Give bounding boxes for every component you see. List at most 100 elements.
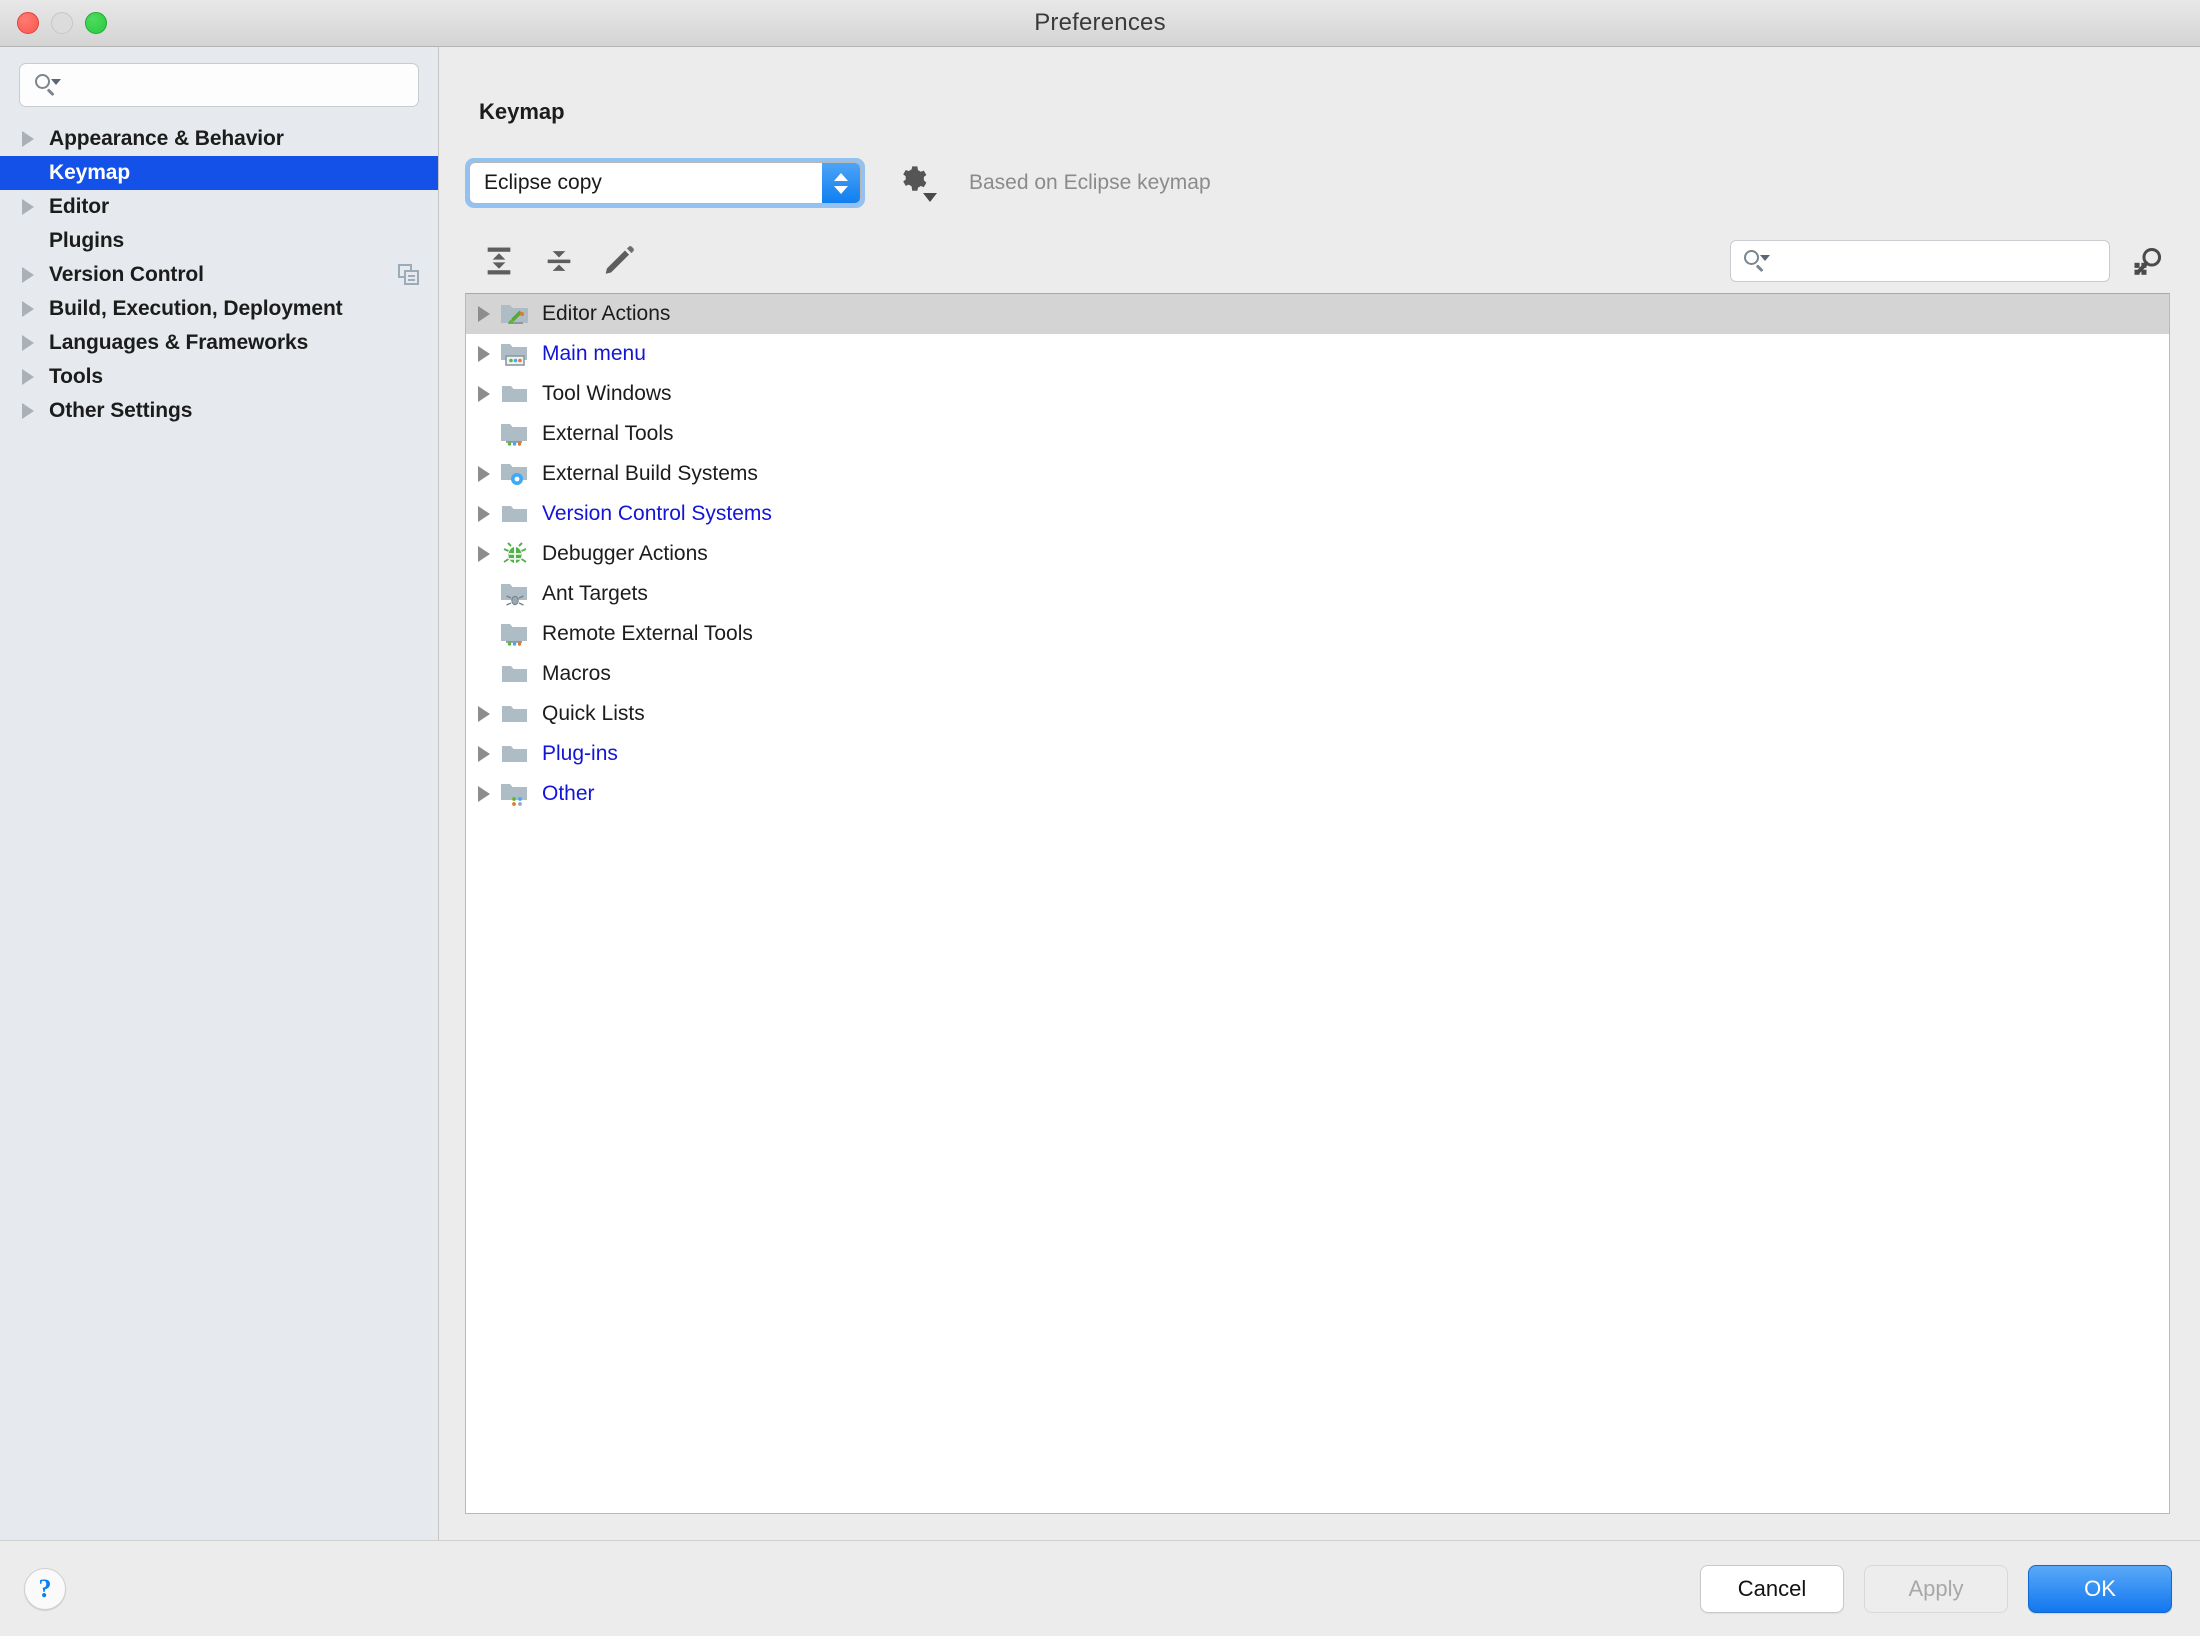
sidebar-item-label: Build, Execution, Deployment [49,297,343,320]
title-bar: Preferences [0,0,2200,47]
folder-plain-icon [500,381,530,407]
find-by-shortcut-icon[interactable] [2126,239,2170,283]
keymap-toolbar [465,229,2170,293]
sidebar-item-appearance-behavior[interactable]: Appearance & Behavior [0,122,438,156]
tree-row-label: Main menu [542,342,646,365]
gear-icon[interactable] [897,162,939,204]
dialog-footer: ? Cancel Apply OK [0,1540,2200,1636]
tree-row[interactable]: Other [466,774,2169,814]
sidebar-item-languages-frameworks[interactable]: Languages & Frameworks [0,326,438,360]
folder-plain-icon [500,501,530,527]
sidebar-list: Appearance & Behavior Keymap Editor Plug… [0,117,438,428]
folder-plain-icon [500,701,530,727]
sidebar-item-label: Appearance & Behavior [49,127,284,150]
tree-row-label: Macros [542,662,611,685]
folder-menu-icon [500,341,530,367]
chevron-right-icon[interactable] [22,301,34,317]
sidebar-item-label: Languages & Frameworks [49,331,309,354]
preferences-window: Preferences Appearance & Behavior Keymap… [0,0,2200,1636]
tree-row[interactable]: Main menu [466,334,2169,374]
keymap-select-focus-ring: Eclipse copy [465,158,865,208]
edit-shortcut-icon[interactable] [597,239,641,283]
bug-icon [500,541,530,567]
tree-row-label: Tool Windows [542,382,672,405]
tree-row[interactable]: Tool Windows [466,374,2169,414]
copy-icon[interactable] [398,264,420,286]
chevron-right-icon[interactable] [478,546,490,562]
sidebar-item-plugins[interactable]: Plugins [0,224,438,258]
settings-sidebar: Appearance & Behavior Keymap Editor Plug… [0,47,439,1540]
sidebar-item-label: Editor [49,195,110,218]
chevron-updown-icon[interactable] [822,163,860,203]
sidebar-item-version-control[interactable]: Version Control [0,258,438,292]
chevron-right-icon[interactable] [478,746,490,762]
chevron-right-icon[interactable] [478,786,490,802]
zoom-button[interactable] [85,12,107,34]
keymap-search-input[interactable] [1767,250,2109,272]
tree-row-label: Debugger Actions [542,542,708,565]
sidebar-item-build-execution-deployment[interactable]: Build, Execution, Deployment [0,292,438,326]
chevron-right-icon[interactable] [478,466,490,482]
folder-gear-icon [500,461,530,487]
toolbar-icon-group [477,239,641,283]
chevron-right-icon[interactable] [22,131,34,147]
folder-plain-icon [500,741,530,767]
folder-dots-icon [500,421,530,447]
chevron-right-icon[interactable] [22,335,34,351]
minimize-button[interactable] [51,12,73,34]
sidebar-search-wrap [0,47,438,117]
collapse-all-icon[interactable] [537,239,581,283]
tree-row[interactable]: External Tools [466,414,2169,454]
tree-row[interactable]: Editor Actions [466,294,2169,334]
keymap-selector-row: Eclipse copy Based on Eclipse keymap [465,155,2170,211]
sidebar-item-label: Version Control [49,263,204,286]
ok-button[interactable]: OK [2028,1564,2172,1613]
tree-row-label: Editor Actions [542,302,671,325]
search-icon [1743,249,1770,273]
based-on-label: Based on Eclipse keymap [969,171,1211,194]
chevron-right-icon[interactable] [22,369,34,385]
expand-all-icon[interactable] [477,239,521,283]
sidebar-search-field[interactable] [19,63,419,107]
folder-plain-icon [500,661,530,687]
sidebar-item-editor[interactable]: Editor [0,190,438,224]
chevron-right-icon[interactable] [478,306,490,322]
chevron-right-icon[interactable] [22,403,34,419]
sidebar-item-tools[interactable]: Tools [0,360,438,394]
keymap-tree[interactable]: Editor Actions Main menu Tool Windows Ex… [465,293,2170,1514]
sidebar-item-label: Plugins [49,229,125,252]
sidebar-item-label: Keymap [49,161,131,184]
tree-row[interactable]: Debugger Actions [466,534,2169,574]
tree-row[interactable]: Version Control Systems [466,494,2169,534]
folder-editor-icon [500,301,530,327]
sidebar-search-input[interactable] [58,74,418,96]
tree-row[interactable]: Ant Targets [466,574,2169,614]
tree-row-label: Remote External Tools [542,622,753,645]
sidebar-item-other-settings[interactable]: Other Settings [0,394,438,428]
sidebar-item-keymap[interactable]: Keymap [0,156,438,190]
chevron-right-icon[interactable] [478,506,490,522]
chevron-right-icon[interactable] [22,267,34,283]
tree-row[interactable]: External Build Systems [466,454,2169,494]
chevron-right-icon[interactable] [478,386,490,402]
tree-row[interactable]: Macros [466,654,2169,694]
tree-row-label: Quick Lists [542,702,645,725]
apply-button[interactable]: Apply [1864,1564,2008,1613]
tree-row[interactable]: Quick Lists [466,694,2169,734]
chevron-down-icon[interactable] [923,193,937,202]
tree-row[interactable]: Remote External Tools [466,614,2169,654]
tree-row-label: Plug-ins [542,742,618,765]
tree-row-label: Version Control Systems [542,502,772,525]
chevron-right-icon[interactable] [478,346,490,362]
sidebar-item-label: Tools [49,365,103,388]
chevron-right-icon[interactable] [478,706,490,722]
keymap-search-field[interactable] [1730,240,2110,282]
keymap-select[interactable]: Eclipse copy [469,162,861,204]
cancel-button[interactable]: Cancel [1700,1564,1844,1613]
help-button[interactable]: ? [24,1567,66,1610]
folder-quad-icon [500,781,530,807]
page-title: Keymap [479,99,565,124]
close-button[interactable] [17,12,39,34]
chevron-right-icon[interactable] [22,199,34,215]
tree-row[interactable]: Plug-ins [466,734,2169,774]
